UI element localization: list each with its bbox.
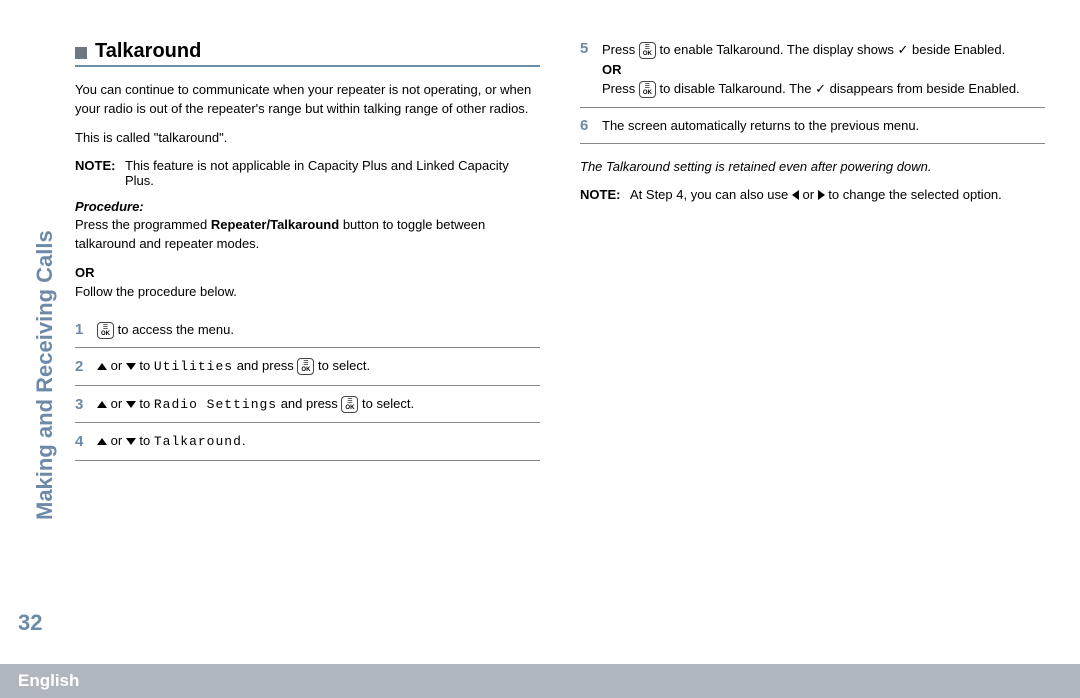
- t: to select.: [358, 396, 414, 411]
- heading-text: Talkaround: [95, 40, 201, 65]
- procedure-button-name: Repeater/Talkaround: [211, 217, 339, 232]
- footer-bar: English: [0, 664, 1080, 698]
- t: to: [136, 358, 154, 373]
- section-title-vertical: Making and Receiving Calls: [32, 230, 58, 520]
- heading-bullet-icon: [75, 47, 87, 59]
- t: and press: [277, 396, 341, 411]
- step-1: 1 ☰OK to access the menu.: [75, 312, 540, 349]
- note-label: NOTE:: [75, 158, 125, 188]
- t: or: [799, 187, 818, 202]
- t: to disable Talkaround. The: [656, 81, 815, 96]
- note-text: This feature is not applicable in Capaci…: [125, 158, 540, 188]
- up-arrow-icon: [97, 401, 107, 408]
- t: beside Enabled.: [908, 42, 1005, 57]
- menu-radio-settings: Radio Settings: [154, 397, 277, 412]
- t: Press: [602, 42, 639, 57]
- note-2: NOTE: At Step 4, you can also use or to …: [580, 187, 1045, 202]
- check-icon: ✓: [897, 42, 908, 57]
- step-1-text: to access the menu.: [114, 322, 234, 337]
- t: to: [136, 396, 154, 411]
- ok-button-icon: ☰OK: [297, 358, 314, 375]
- step-body: or to Radio Settings and press ☰OK to se…: [97, 394, 540, 415]
- t: At Step 4, you can also use: [630, 187, 792, 202]
- menu-utilities: Utilities: [154, 359, 233, 374]
- procedure-text-2: Follow the procedure below.: [75, 284, 237, 299]
- content-columns: Talkaround You can continue to communica…: [75, 40, 1050, 461]
- step-body: The screen automatically returns to the …: [602, 116, 1045, 136]
- right-arrow-icon: [818, 190, 825, 200]
- step-2: 2 or to Utilities and press ☰OK to selec…: [75, 348, 540, 386]
- note-text: At Step 4, you can also use or to change…: [630, 187, 1002, 202]
- t: disappears from beside Enabled.: [826, 81, 1020, 96]
- note-label: NOTE:: [580, 187, 630, 202]
- step-body: or to Talkaround.: [97, 431, 540, 452]
- retain-note: The Talkaround setting is retained even …: [580, 158, 1045, 177]
- up-arrow-icon: [97, 363, 107, 370]
- t: to select.: [314, 358, 370, 373]
- procedure-text-1a: Press the programmed: [75, 217, 211, 232]
- ok-button-icon: ☰OK: [639, 42, 656, 59]
- note-1: NOTE: This feature is not applicable in …: [75, 158, 540, 188]
- procedure-label: Procedure:: [75, 199, 144, 214]
- procedure-block: Procedure: Press the programmed Repeater…: [75, 198, 540, 255]
- steps-left: 1 ☰OK to access the menu. 2 or to Utilit…: [75, 312, 540, 461]
- step-body: Press ☰OK to enable Talkaround. The disp…: [602, 40, 1045, 99]
- step-3: 3 or to Radio Settings and press ☰OK to …: [75, 386, 540, 424]
- step-number: 4: [75, 433, 97, 450]
- ok-button-icon: ☰OK: [639, 81, 656, 98]
- step-body: or to Utilities and press ☰OK to select.: [97, 356, 540, 377]
- step-4: 4 or to Talkaround.: [75, 423, 540, 461]
- check-icon: ✓: [815, 81, 826, 96]
- step-number: 1: [75, 321, 97, 338]
- step-number: 5: [580, 40, 602, 57]
- steps-right: 5 Press ☰OK to enable Talkaround. The di…: [580, 40, 1045, 144]
- t: or: [107, 396, 126, 411]
- t: or: [107, 433, 126, 448]
- step-number: 6: [580, 117, 602, 134]
- ok-button-icon: ☰OK: [97, 322, 114, 339]
- t: .: [242, 433, 246, 448]
- step-number: 3: [75, 396, 97, 413]
- or-label: OR: [75, 265, 95, 280]
- t: to: [136, 433, 154, 448]
- down-arrow-icon: [126, 401, 136, 408]
- down-arrow-icon: [126, 438, 136, 445]
- t: and press: [233, 358, 297, 373]
- t: to change the selected option.: [825, 187, 1002, 202]
- up-arrow-icon: [97, 438, 107, 445]
- step-number: 2: [75, 358, 97, 375]
- page-number: 32: [18, 610, 42, 636]
- t: or: [107, 358, 126, 373]
- step-6: 6 The screen automatically returns to th…: [580, 108, 1045, 145]
- heading-row: Talkaround: [75, 40, 540, 67]
- intro-paragraph-1: You can continue to communicate when you…: [75, 81, 540, 119]
- left-arrow-icon: [792, 190, 799, 200]
- t: to enable Talkaround. The display shows: [656, 42, 898, 57]
- right-column: 5 Press ☰OK to enable Talkaround. The di…: [580, 40, 1045, 461]
- left-column: Talkaround You can continue to communica…: [75, 40, 540, 461]
- intro-paragraph-2: This is called "talkaround".: [75, 129, 540, 148]
- footer-language: English: [18, 671, 79, 691]
- step-5: 5 Press ☰OK to enable Talkaround. The di…: [580, 40, 1045, 108]
- or-line-1: OR Follow the procedure below.: [75, 264, 540, 302]
- t: Press: [602, 81, 639, 96]
- down-arrow-icon: [126, 363, 136, 370]
- menu-talkaround: Talkaround: [154, 434, 242, 449]
- ok-button-icon: ☰OK: [341, 396, 358, 413]
- or-label: OR: [602, 62, 622, 77]
- page: Making and Receiving Calls 32 Talkaround…: [0, 0, 1080, 698]
- step-body: ☰OK to access the menu.: [97, 320, 540, 340]
